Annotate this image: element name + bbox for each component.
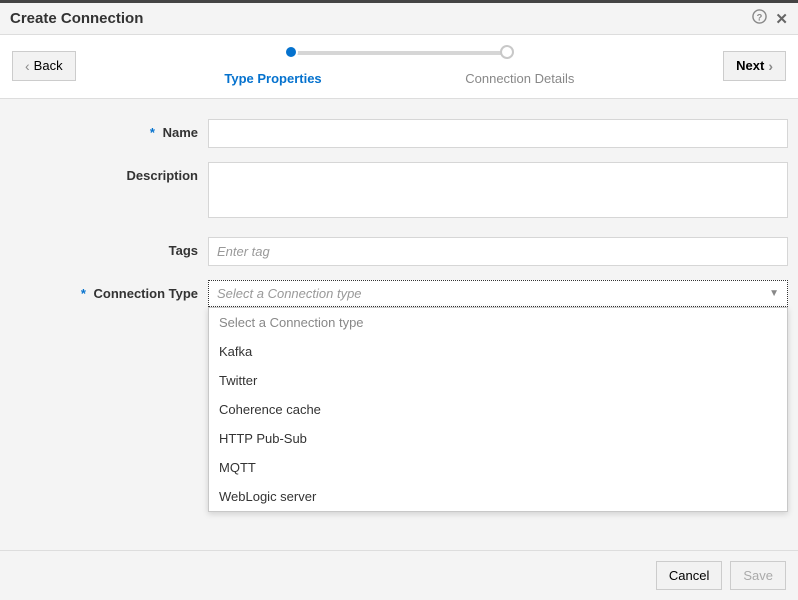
description-input[interactable]: [208, 162, 788, 218]
field-conntype: Select a Connection type ▼ Select a Conn…: [208, 280, 788, 307]
svg-text:?: ?: [757, 12, 763, 22]
cancel-label: Cancel: [669, 568, 709, 583]
step-dot-1: [284, 45, 298, 59]
row-description: Description: [10, 162, 788, 223]
back-button[interactable]: ‹ Back: [12, 51, 76, 81]
label-conntype: * Connection Type: [10, 280, 208, 301]
help-icon[interactable]: ?: [752, 9, 767, 28]
name-label-text: Name: [163, 125, 198, 140]
conntype-select: Select a Connection type ▼ Select a Conn…: [208, 280, 788, 307]
label-description: Description: [10, 162, 208, 183]
row-tags: Tags: [10, 237, 788, 266]
back-label: Back: [34, 58, 63, 73]
save-label: Save: [743, 568, 773, 583]
step-line: [294, 51, 504, 55]
required-asterisk: *: [81, 286, 86, 301]
option-twitter[interactable]: Twitter: [209, 366, 787, 395]
conntype-label-text: Connection Type: [94, 286, 198, 301]
option-http-pubsub[interactable]: HTTP Pub-Sub: [209, 424, 787, 453]
tags-input[interactable]: [208, 237, 788, 266]
wizard-bar: ‹ Back Type Properties Connection Detail…: [0, 35, 798, 99]
dialog-footer: Cancel Save: [0, 550, 798, 600]
step-labels: Type Properties Connection Details: [224, 71, 574, 86]
form-area: * Name Description Tags * Connection Typ…: [0, 99, 798, 321]
step-dot-2: [500, 45, 514, 59]
label-tags: Tags: [10, 237, 208, 258]
option-weblogic[interactable]: WebLogic server: [209, 482, 787, 511]
row-name: * Name: [10, 119, 788, 148]
label-name: * Name: [10, 119, 208, 140]
step-label-1: Type Properties: [224, 71, 321, 86]
header-icons: ? ✕: [752, 9, 788, 28]
required-asterisk: *: [150, 125, 155, 140]
name-input[interactable]: [208, 119, 788, 148]
chevron-left-icon: ‹: [25, 58, 30, 74]
field-tags: [208, 237, 788, 266]
dialog-header: Create Connection ? ✕: [0, 3, 798, 35]
row-conntype: * Connection Type Select a Connection ty…: [10, 280, 788, 307]
option-coherence[interactable]: Coherence cache: [209, 395, 787, 424]
dialog-title: Create Connection: [10, 10, 143, 27]
conntype-dropdown: Select a Connection type Kafka Twitter C…: [208, 307, 788, 512]
chevron-right-icon: ›: [768, 58, 773, 74]
chevron-down-icon: ▼: [769, 288, 779, 299]
create-connection-dialog: Create Connection ? ✕ ‹ Back Type Proper…: [0, 0, 798, 600]
step-label-2: Connection Details: [465, 71, 574, 86]
conntype-display[interactable]: Select a Connection type ▼: [208, 280, 788, 307]
option-kafka[interactable]: Kafka: [209, 337, 787, 366]
next-label: Next: [736, 58, 764, 73]
conntype-selected-text: Select a Connection type: [217, 286, 362, 301]
wizard-steps: Type Properties Connection Details: [76, 45, 724, 86]
cancel-button[interactable]: Cancel: [656, 561, 722, 590]
close-icon[interactable]: ✕: [775, 10, 788, 28]
save-button[interactable]: Save: [730, 561, 786, 590]
field-description: [208, 162, 788, 223]
option-mqtt[interactable]: MQTT: [209, 453, 787, 482]
field-name: [208, 119, 788, 148]
option-placeholder[interactable]: Select a Connection type: [209, 308, 787, 337]
step-progress: [284, 45, 514, 61]
next-button[interactable]: Next ›: [723, 51, 786, 81]
